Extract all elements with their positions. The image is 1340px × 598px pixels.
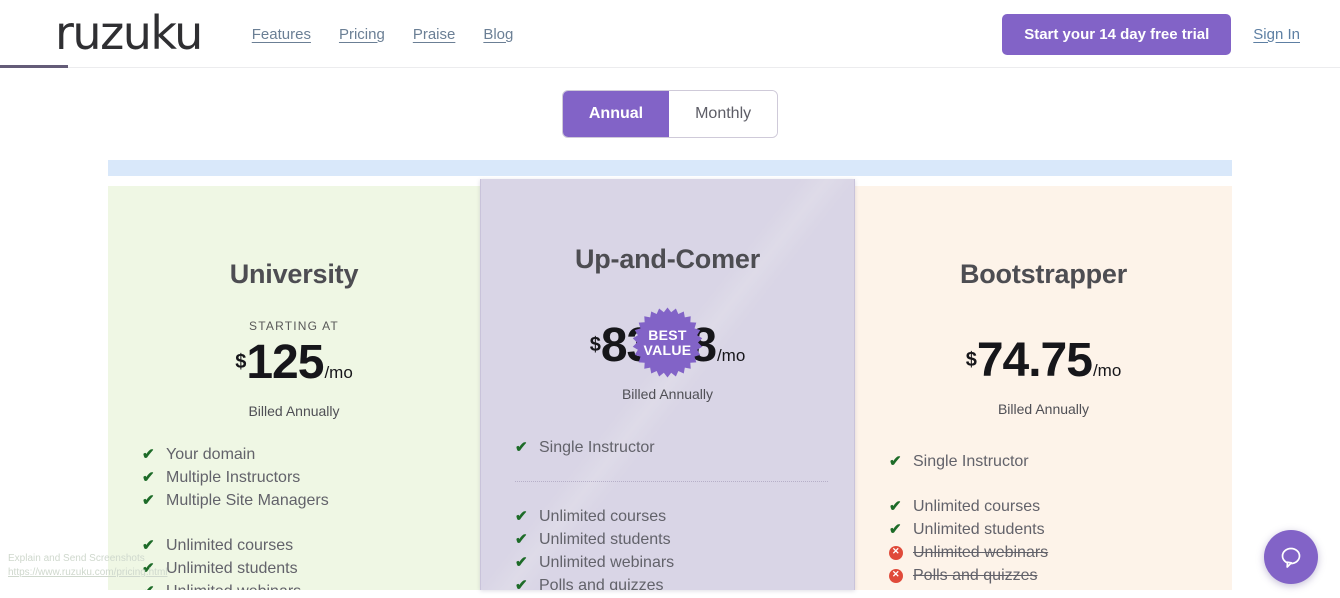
plan-title: Up-and-Comer	[574, 244, 761, 274]
pricing-card-bootstrapper[interactable]: Bootstrapper $ 74.75 /mo Billed Annually…	[855, 186, 1232, 590]
feature-item: Unlimited webinars	[883, 541, 1212, 564]
nav-link-blog[interactable]: Blog	[483, 26, 513, 43]
check-icon: ✔	[142, 492, 155, 509]
sign-in-link[interactable]: Sign In	[1253, 26, 1300, 43]
pricing-card-up-and-comer[interactable]: Up-and-Comer $ 83.08 /mo Billed Annually…	[480, 179, 855, 590]
check-icon: ✔	[515, 554, 528, 571]
overlay-url: https://www.ruzuku.com/pricing.html	[8, 567, 168, 578]
toggle-monthly[interactable]: Monthly	[669, 91, 778, 137]
site-header: ruzuku Features Pricing Praise Blog Star…	[0, 0, 1340, 68]
price-row: $ 125 /mo	[128, 339, 460, 387]
feature-list: ✔ Your domain ✔ Multiple Instructors ✔ Multip…	[128, 443, 460, 590]
ruzuku-logo[interactable]: ruzuku	[55, 10, 203, 56]
badge-line-2: VALUE	[643, 341, 692, 358]
feature-spacer	[136, 512, 460, 534]
feature-label: Unlimited webinars	[166, 580, 301, 590]
header-divider	[0, 67, 1340, 68]
check-icon: ✔	[142, 446, 155, 463]
check-icon: ✔	[889, 453, 902, 470]
chat-bubble-icon	[1281, 547, 1301, 568]
feature-divider	[515, 481, 828, 482]
feature-label: Unlimited courses	[166, 537, 294, 554]
billing-toggle: Annual Monthly	[561, 90, 779, 138]
feature-label: Single Instructor	[539, 439, 655, 456]
feature-label: Unlimited students	[166, 560, 298, 577]
pricing-cards: University STARTING AT $ 125 /mo Billed …	[108, 170, 1232, 590]
check-icon: ✔	[889, 498, 902, 515]
currency-symbol: $	[965, 349, 977, 371]
feature-item: ✔ Your domain	[136, 443, 460, 466]
feature-item: Polls and quizzes	[883, 564, 1212, 587]
plan-title: University	[229, 259, 359, 289]
check-icon: ✔	[515, 439, 528, 456]
starting-at-label: STARTING AT	[249, 319, 339, 333]
best-value-badge: BEST VALUE	[632, 307, 703, 378]
billed-note: Billed Annually	[621, 386, 714, 402]
check-icon: ✔	[889, 521, 902, 538]
price-amount: 74.75	[976, 334, 1093, 387]
price-row: $ 74.75 /mo	[875, 337, 1212, 385]
start-free-trial-button[interactable]: Start your 14 day free trial	[1002, 13, 1232, 55]
feature-item: ✔ Unlimited courses	[509, 505, 834, 528]
feature-item: ✔ Multiple Site Managers	[136, 489, 460, 512]
pricing-card-university[interactable]: University STARTING AT $ 125 /mo Billed …	[108, 186, 480, 590]
billing-toggle-wrap: Annual Monthly	[0, 90, 1340, 138]
feature-item: ✔ Unlimited students	[509, 528, 834, 551]
check-icon: ✔	[515, 508, 528, 525]
feature-label: Multiple Site Managers	[166, 492, 329, 509]
check-icon: ✔	[515, 531, 528, 548]
header-actions: Start your 14 day free trial Sign In	[1002, 13, 1300, 55]
feature-spacer	[883, 473, 1212, 495]
billed-note: Billed Annually	[248, 403, 340, 419]
badge-line-1: BEST	[648, 326, 687, 343]
nav-link-pricing[interactable]: Pricing	[339, 26, 385, 43]
feature-label: Polls and quizzes	[539, 577, 664, 590]
plan-title: Bootstrapper	[959, 259, 1128, 289]
nav-link-praise[interactable]: Praise	[413, 26, 456, 43]
overlay-title: Explain and Send Screenshots	[8, 553, 145, 564]
feature-item: ✔ Single Instructor	[883, 450, 1212, 473]
feature-label: Polls and quizzes	[913, 567, 1038, 584]
feature-item: ✔ Unlimited courses	[136, 534, 460, 557]
price-amount: 125	[246, 336, 324, 389]
price-period: /mo	[716, 346, 746, 365]
screenshot-tool-overlay: Explain and Send Screenshots https://www…	[8, 552, 168, 580]
currency-symbol: $	[235, 351, 247, 373]
feature-item: ✔ Unlimited students	[136, 557, 460, 580]
check-icon: ✔	[515, 577, 528, 590]
feature-item: ✔ Polls and quizzes	[509, 574, 834, 590]
feature-label: Unlimited courses	[539, 508, 667, 525]
feature-list: ✔ Single Instructor ✔ Unlimited courses ✔ Unl…	[501, 436, 834, 590]
feature-label: Unlimited students	[913, 521, 1045, 538]
feature-list: ✔ Single Instructor ✔ Unlimited courses ✔ Unl…	[875, 450, 1212, 587]
price-period: /mo	[1092, 361, 1122, 380]
feature-label: Your domain	[166, 446, 256, 463]
feature-label: Unlimited students	[539, 531, 671, 548]
help-beacon-button[interactable]	[1264, 530, 1318, 584]
nav-link-features[interactable]: Features	[252, 26, 311, 43]
feature-item: ✔ Unlimited students	[883, 518, 1212, 541]
feature-item: ✔ Unlimited webinars	[509, 551, 834, 574]
billed-note: Billed Annually	[997, 401, 1090, 417]
badge-text: BEST VALUE	[632, 307, 703, 378]
feature-item: ✔ Unlimited webinars	[136, 580, 460, 590]
currency-symbol: $	[589, 334, 601, 356]
feature-item: ✔ Multiple Instructors	[136, 466, 460, 489]
toggle-annual[interactable]: Annual	[562, 91, 670, 137]
check-icon: ✔	[142, 580, 156, 590]
main-nav: Features Pricing Praise Blog	[252, 26, 514, 43]
feature-label: Single Instructor	[913, 453, 1029, 470]
price-period: /mo	[324, 363, 353, 382]
feature-label: Unlimited webinars	[539, 554, 675, 571]
feature-label: Unlimited courses	[913, 498, 1041, 515]
feature-label: Multiple Instructors	[166, 469, 301, 486]
header-accent-bar	[0, 65, 68, 68]
feature-label: Unlimited webinars	[913, 544, 1049, 561]
check-icon: ✔	[142, 469, 155, 486]
feature-item: ✔ Unlimited courses	[883, 495, 1212, 518]
pricing-section: University STARTING AT $ 125 /mo Billed …	[0, 160, 1340, 590]
feature-item: ✔ Single Instructor	[509, 436, 834, 459]
